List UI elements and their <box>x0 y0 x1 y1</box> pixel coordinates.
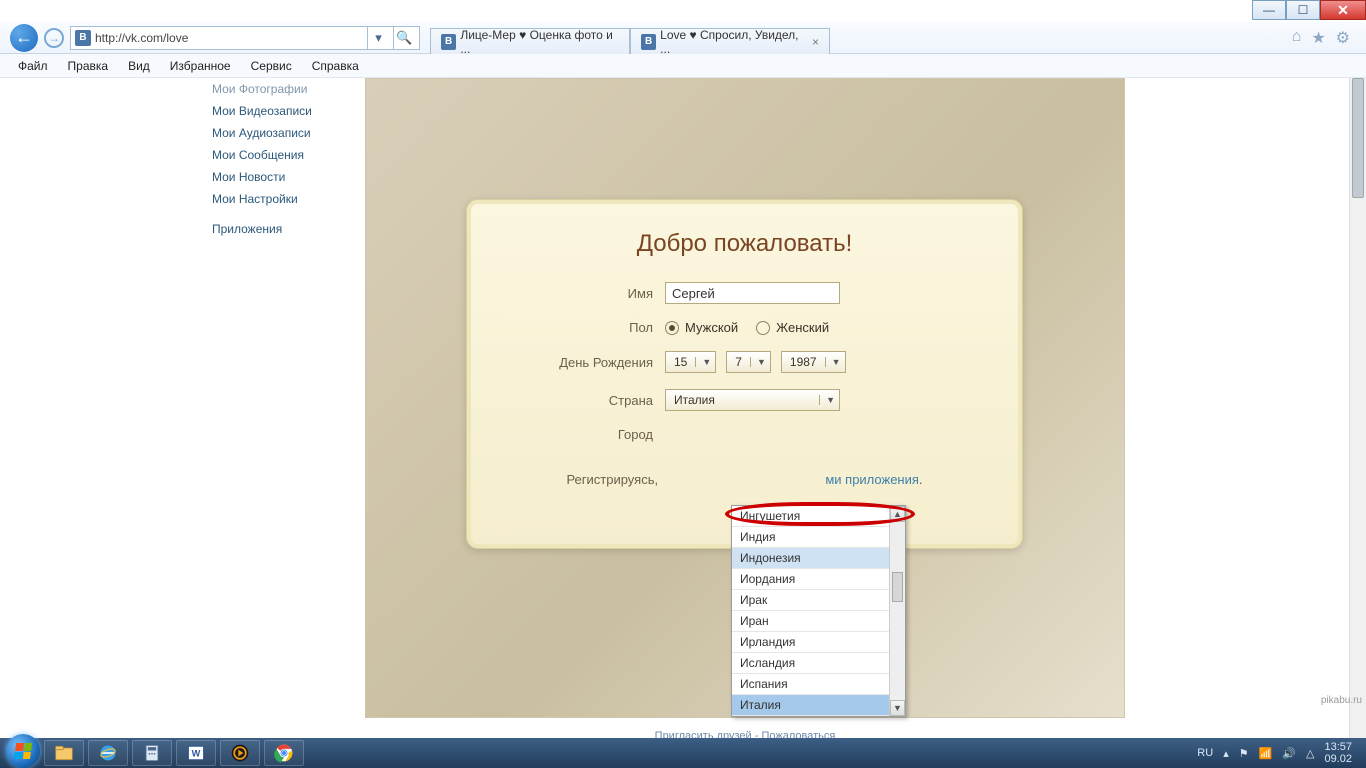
sidebar-item-audio[interactable]: Мои Аудиозаписи <box>200 122 365 144</box>
dropdown-option[interactable]: Индия <box>732 527 905 548</box>
favicon-icon: B <box>641 34 656 50</box>
welcome-title: Добро пожаловать! <box>503 230 986 258</box>
chevron-down-icon: ▼ <box>695 357 711 367</box>
country-dropdown[interactable]: Ингушетия Индия Индонезия Иордания Ирак … <box>731 505 906 717</box>
svg-text:W: W <box>192 748 201 758</box>
system-tray: RU ▴ ⚑ 📶 🔊 △ 13:57 09.02 <box>1197 741 1360 765</box>
maximize-button[interactable]: ☐ <box>1286 0 1320 20</box>
close-button[interactable]: ✕ <box>1320 0 1366 20</box>
taskbar-calc-icon[interactable] <box>132 740 172 766</box>
back-button[interactable]: ← <box>10 24 38 52</box>
start-button[interactable] <box>6 734 40 768</box>
dropdown-option[interactable]: Ирак <box>732 590 905 611</box>
sidebar-item-messages[interactable]: Мои Сообщения <box>200 144 365 166</box>
chevron-down-icon: ▼ <box>819 395 835 405</box>
dob-year-select[interactable]: 1987▼ <box>781 351 846 373</box>
menu-file[interactable]: Файл <box>10 57 56 75</box>
dob-day-select[interactable]: 15▼ <box>665 351 716 373</box>
dropdown-scrollbar[interactable]: ▲ ▼ <box>889 506 905 716</box>
sidebar-item-apps[interactable]: Приложения <box>200 218 365 240</box>
menu-service[interactable]: Сервис <box>243 57 300 75</box>
browser-nav-bar: ← → B ▾ 🔍 B Лице-Мер ♥ Оценка фото и ...… <box>0 22 1366 54</box>
gender-female-radio[interactable]: Женский <box>756 320 829 335</box>
windows-logo-icon <box>14 743 32 759</box>
sidebar-item-videos[interactable]: Мои Видеозаписи <box>200 100 365 122</box>
city-label: Город <box>503 427 653 442</box>
flag-icon[interactable]: ⚑ <box>1239 747 1249 760</box>
lang-indicator[interactable]: RU <box>1197 747 1213 759</box>
sidebar-item-settings[interactable]: Мои Настройки <box>200 188 365 210</box>
taskbar-chrome-icon[interactable] <box>264 740 304 766</box>
dropdown-option[interactable]: Италия <box>732 695 905 716</box>
terms-text: Регистрируясь, ми приложения. <box>503 472 986 487</box>
menu-view[interactable]: Вид <box>120 57 158 75</box>
menu-edit[interactable]: Правка <box>60 57 117 75</box>
radio-icon <box>756 321 770 335</box>
chevron-down-icon: ▼ <box>825 357 841 367</box>
invite-link[interactable]: Пригласить друзей <box>655 730 752 738</box>
dropdown-option[interactable]: Иордания <box>732 569 905 590</box>
gender-label: Пол <box>503 320 653 335</box>
forward-button[interactable]: → <box>44 28 64 48</box>
tray-clock[interactable]: 13:57 09.02 <box>1324 741 1352 765</box>
country-label: Страна <box>503 393 653 408</box>
favicon-icon: B <box>75 30 91 46</box>
welcome-card: Добро пожаловать! Имя Пол Мужской Женски… <box>466 199 1023 549</box>
dropdown-option[interactable]: Индонезия <box>732 548 905 569</box>
dropdown-option[interactable]: Ингушетия <box>732 506 905 527</box>
tab-label: Лице-Мер ♥ Оценка фото и ... <box>460 28 619 56</box>
browser-menu-bar: Файл Правка Вид Избранное Сервис Справка <box>0 54 1366 78</box>
dropdown-option[interactable]: Иран <box>732 611 905 632</box>
terms-link[interactable]: ми приложения <box>825 472 919 487</box>
home-icon[interactable]: ⌂ <box>1292 28 1302 48</box>
volume-icon[interactable]: 🔊 <box>1282 747 1296 760</box>
complain-link[interactable]: Пожаловаться <box>761 730 835 738</box>
taskbar-aimp-icon[interactable] <box>220 740 260 766</box>
scroll-up-icon[interactable]: ▲ <box>890 506 905 522</box>
network-icon[interactable]: 📶 <box>1259 747 1273 760</box>
dropdown-option[interactable]: Испания <box>732 674 905 695</box>
app-footer: Пригласить друзей - Пожаловаться <box>365 730 1125 738</box>
address-bar[interactable]: B ▾ 🔍 <box>70 26 420 50</box>
country-select[interactable]: Италия ▼ <box>665 389 840 411</box>
menu-favorites[interactable]: Избранное <box>162 57 239 75</box>
gender-male-radio[interactable]: Мужской <box>665 320 738 335</box>
favorites-icon[interactable]: ★ <box>1311 28 1325 48</box>
dropdown-option[interactable]: Исландия <box>732 653 905 674</box>
taskbar-ie-icon[interactable] <box>88 740 128 766</box>
radio-icon <box>665 321 679 335</box>
search-icon[interactable]: 🔍 <box>393 27 415 49</box>
app-canvas: Добро пожаловать! Имя Пол Мужской Женски… <box>365 78 1125 718</box>
watermark: pikabu.ru <box>1321 695 1362 706</box>
gdrive-icon[interactable]: △ <box>1306 747 1314 760</box>
page-content: Мои Фотографии Мои Видеозаписи Мои Аудио… <box>0 78 1366 738</box>
refresh-dropdown-icon[interactable]: ▾ <box>367 27 389 49</box>
sidebar-item-photos[interactable]: Мои Фотографии <box>200 78 365 100</box>
dropdown-option[interactable]: Ирландия <box>732 632 905 653</box>
taskbar-explorer-icon[interactable] <box>44 740 84 766</box>
vk-sidebar: Мои Фотографии Мои Видеозаписи Мои Аудио… <box>200 78 365 240</box>
tools-icon[interactable]: ⚙ <box>1336 28 1350 48</box>
dob-label: День Рождения <box>503 355 653 370</box>
window-controls: — ☐ ✕ <box>1252 0 1366 20</box>
minimize-button[interactable]: — <box>1252 0 1286 20</box>
page-scrollbar[interactable] <box>1349 78 1366 738</box>
scroll-down-icon[interactable]: ▼ <box>890 700 905 716</box>
tab-2[interactable]: B Love ♥ Спросил, Увидел, ... × <box>630 28 830 54</box>
favicon-icon: B <box>441 34 456 50</box>
name-label: Имя <box>503 286 653 301</box>
tab-label: Love ♥ Спросил, Увидел, ... <box>660 28 804 56</box>
dob-month-select[interactable]: 7▼ <box>726 351 771 373</box>
name-input[interactable] <box>665 282 840 304</box>
menu-help[interactable]: Справка <box>304 57 367 75</box>
tab-close-icon[interactable]: × <box>812 35 819 49</box>
browser-tabs: B Лице-Мер ♥ Оценка фото и ... B Love ♥ … <box>430 22 830 53</box>
windows-taskbar: W RU ▴ ⚑ 📶 🔊 △ 13:57 09.02 <box>0 738 1366 768</box>
tab-1[interactable]: B Лице-Мер ♥ Оценка фото и ... <box>430 28 630 54</box>
sidebar-item-news[interactable]: Мои Новости <box>200 166 365 188</box>
tray-up-icon[interactable]: ▴ <box>1223 747 1229 760</box>
chevron-down-icon: ▼ <box>750 357 766 367</box>
url-input[interactable] <box>95 31 363 45</box>
taskbar-word-icon[interactable]: W <box>176 740 216 766</box>
